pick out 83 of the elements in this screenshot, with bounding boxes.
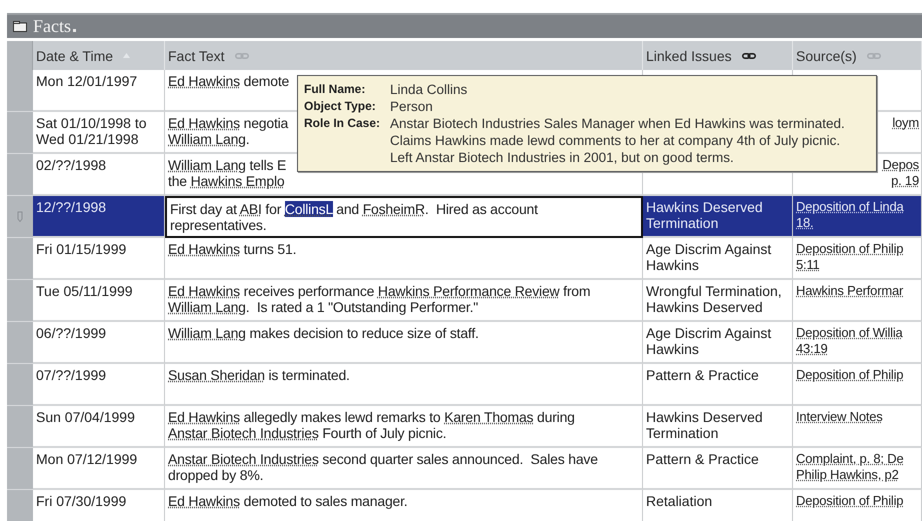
link[interactable]: William Lang <box>168 325 246 341</box>
date-cell: Fri 01/15/1999 <box>33 238 165 280</box>
source-link[interactable]: Deposition of Philip 5:11 <box>796 241 904 273</box>
tooltip-label: Role In Case: <box>304 115 382 132</box>
panel-title: Facts <box>33 16 71 37</box>
link[interactable]: Anstar Biotech Industries <box>168 425 319 441</box>
fact-text: Ed Hawkins demoted to sales manager. <box>165 490 643 521</box>
link[interactable]: Ed Hawkins <box>168 115 240 131</box>
row-selector[interactable] <box>7 238 33 280</box>
link[interactable]: Ed Hawkins <box>168 73 240 89</box>
row-selector[interactable] <box>7 490 33 521</box>
date-cell: Sun 07/04/1999 <box>33 406 165 448</box>
link[interactable]: William Lang <box>168 157 246 173</box>
source-link[interactable]: Complaint, p. 8; De Philip Hawkins, p2 <box>796 451 904 483</box>
source-link[interactable]: Deposition of Linda 18. <box>796 199 904 231</box>
fact-text: Ed Hawkins allegedly makes lewd remarks to Karen Thomas during Anstar Biotech Industries Fourth of July picnic. <box>165 406 643 448</box>
fact-text: Susan Sheridan is terminated. <box>165 364 643 406</box>
date-cell: 07/??/1999 <box>33 364 165 406</box>
column-header[interactable]: Fact Text <box>168 48 225 64</box>
source-link[interactable]: Hawkins Performar <box>796 283 904 299</box>
link[interactable]: Ed Hawkins <box>168 409 240 425</box>
tooltip-value: Person <box>390 98 434 115</box>
row-selector[interactable] <box>7 364 33 406</box>
source-link[interactable]: Deposition of Philip <box>796 367 904 383</box>
row-selector[interactable] <box>7 196 33 238</box>
link[interactable]: Ed Hawkins <box>168 241 240 257</box>
column-header[interactable]: Source(s) <box>796 48 857 64</box>
folder-icon <box>13 21 27 32</box>
fact-text: Ed Hawkins receives performance Hawkins Performance Review from William Lang. Is rated a 1 "Outstanding Performer." <box>165 280 643 322</box>
source-link[interactable]: Deposition of Philip <box>796 493 904 509</box>
date-cell: Fri 07/30/1999 <box>33 490 165 521</box>
caret-icon[interactable] <box>73 29 77 33</box>
date-cell: 12/??/1998 <box>33 196 165 238</box>
link[interactable]: ABI <box>240 201 262 217</box>
date-cell: Mon 07/12/1999 <box>33 448 165 490</box>
linked-issue-cell: Retaliation <box>643 490 793 521</box>
fact-text: William Lang makes decision to reduce size of staff. <box>165 322 643 364</box>
source-link[interactable]: Interview Notes <box>796 409 883 425</box>
linked-issue-cell: Age Discrim Against Hawkins <box>643 238 793 280</box>
source-link[interactable]: Deposition of Willia 43:19 <box>796 325 903 357</box>
fact-text: First day at ABI for CollinsL and FosheimR. Hired as account representatives. <box>165 196 643 238</box>
row-selector[interactable] <box>7 448 33 490</box>
column-header[interactable]: Date & Time <box>36 48 114 64</box>
link[interactable]: Hawkins Emplo <box>190 173 284 189</box>
pencil-icon <box>17 211 23 222</box>
date-cell: Mon 12/01/1997 <box>33 70 165 112</box>
link[interactable]: Hawkins Performance Review <box>378 283 560 299</box>
link[interactable]: William Lang <box>168 131 246 147</box>
link[interactable]: FosheimR <box>362 201 425 217</box>
link[interactable]: Anstar Biotech Industries <box>168 451 319 467</box>
link[interactable]: Ed Hawkins <box>168 283 240 299</box>
linked-issue-cell: Wrongful Termination, Hawkins Deserved <box>643 280 793 322</box>
date-cell: 06/??/1999 <box>33 322 165 364</box>
link[interactable]: Susan Sheridan <box>168 367 265 383</box>
date-cell: 02/??/1998 <box>33 154 165 196</box>
row-selector[interactable] <box>7 280 33 322</box>
column-header[interactable]: Linked Issues <box>646 48 732 64</box>
source-link[interactable]: loym <box>892 115 919 131</box>
date-cell: Sat 01/10/1998 to Wed 01/21/1998 <box>33 112 165 154</box>
header-corner <box>7 41 33 70</box>
tooltip-label: Full Name: <box>304 81 366 98</box>
fact-text: Ed Hawkins turns 51. <box>165 238 643 280</box>
date-cell: Tue 05/11/1999 <box>33 280 165 322</box>
chain-link-icon[interactable] <box>742 52 756 58</box>
source-link[interactable]: Depos p. 19 <box>882 157 919 189</box>
link[interactable]: Karen Thomas <box>444 409 534 425</box>
row-selector[interactable] <box>7 154 33 196</box>
linked-issue-cell: Pattern & Practice <box>643 448 793 490</box>
tooltip-label: Object Type: <box>304 98 377 115</box>
link[interactable]: CollinsL <box>284 201 333 217</box>
fact-text: Anstar Biotech Industries second quarter sales announced. Sales have dropped by 8%. <box>165 448 643 490</box>
row-selector[interactable] <box>7 112 33 154</box>
linked-issue-cell: Hawkins Deserved Termination <box>643 196 793 238</box>
row-selector[interactable] <box>7 70 33 112</box>
link[interactable]: William Lang <box>168 299 246 315</box>
tooltip-value: Linda Collins <box>390 81 468 98</box>
linked-issue-cell: Pattern & Practice <box>643 364 793 406</box>
link[interactable]: Ed Hawkins <box>168 493 240 509</box>
row-selector[interactable] <box>7 322 33 364</box>
linked-issue-cell: Hawkins Deserved Termination <box>643 406 793 448</box>
linked-issue-cell: Age Discrim Against Hawkins <box>643 322 793 364</box>
row-selector[interactable] <box>7 406 33 448</box>
sort-up-icon[interactable] <box>123 53 130 58</box>
